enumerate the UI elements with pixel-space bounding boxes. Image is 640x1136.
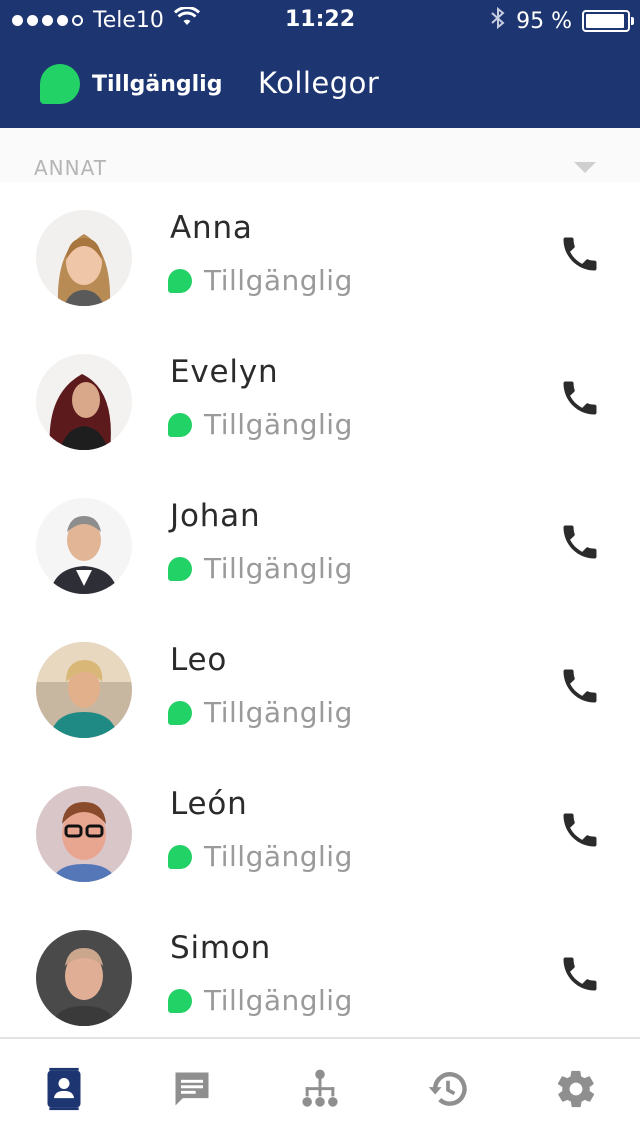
tab-settings[interactable] <box>552 1063 600 1115</box>
contacts-icon <box>47 1067 81 1111</box>
contact-name: Johan <box>170 498 261 534</box>
avatar <box>36 642 132 738</box>
available-status-icon <box>168 556 192 581</box>
contact-status: Tillgänglig <box>168 264 353 297</box>
org-chart-icon <box>302 1069 338 1107</box>
contact-status: Tillgänglig <box>168 552 353 585</box>
contact-status: Tillgänglig <box>168 696 353 729</box>
avatar <box>36 930 132 1026</box>
contact-row[interactable]: Anna Tillgänglig <box>0 182 640 326</box>
section-label: ANNAT <box>34 156 107 180</box>
chevron-down-icon <box>574 162 596 173</box>
avatar <box>36 354 132 450</box>
contact-name: Leo <box>170 642 228 678</box>
presence-label: Tillgänglig <box>92 71 223 97</box>
available-status-icon <box>168 412 192 437</box>
call-button[interactable] <box>552 946 608 1002</box>
contact-row[interactable]: Evelyn Tillgänglig <box>0 326 640 470</box>
contact-name: Anna <box>170 210 253 246</box>
battery-icon <box>582 10 634 32</box>
phone-icon <box>563 525 597 559</box>
status-label: Tillgänglig <box>204 264 353 297</box>
available-status-icon <box>168 844 192 869</box>
status-label: Tillgänglig <box>204 552 353 585</box>
bluetooth-icon <box>490 6 506 36</box>
phone-icon <box>563 237 597 271</box>
chat-icon <box>175 1072 209 1106</box>
contact-row[interactable]: Leo Tillgänglig <box>0 614 640 758</box>
contact-name: Simon <box>170 930 272 966</box>
call-button[interactable] <box>552 802 608 858</box>
available-status-icon <box>168 268 192 293</box>
contact-list: Anna Tillgänglig Evelyn Tillgänglig Joha… <box>0 182 640 1038</box>
tab-bar <box>0 1037 640 1136</box>
status-bar: Tele10 11:22 95 % <box>0 0 640 40</box>
avatar <box>36 498 132 594</box>
status-label: Tillgänglig <box>204 984 353 1017</box>
available-status-icon <box>168 988 192 1013</box>
available-status-icon <box>168 700 192 725</box>
presence-indicator-icon <box>40 64 80 104</box>
contact-name: León <box>170 786 248 822</box>
status-label: Tillgänglig <box>204 696 353 729</box>
nav-bar: Tillgänglig Kollegor <box>0 40 640 128</box>
phone-icon <box>563 669 597 703</box>
phone-icon <box>563 381 597 415</box>
tab-contacts[interactable] <box>40 1063 88 1115</box>
call-button[interactable] <box>552 514 608 570</box>
call-button[interactable] <box>552 226 608 282</box>
contact-status: Tillgänglig <box>168 408 353 441</box>
status-label: Tillgänglig <box>204 840 353 873</box>
tab-chat[interactable] <box>168 1063 216 1115</box>
top-bar: Tele10 11:22 95 % Tillgänglig Kollegor <box>0 0 640 128</box>
section-header[interactable]: ANNAT <box>0 128 640 182</box>
phone-icon <box>563 813 597 847</box>
call-button[interactable] <box>552 658 608 714</box>
settings-gear-icon <box>557 1070 595 1108</box>
history-icon <box>428 1072 467 1106</box>
call-button[interactable] <box>552 370 608 426</box>
status-label: Tillgänglig <box>204 408 353 441</box>
contact-status: Tillgänglig <box>168 840 353 873</box>
tab-organization[interactable] <box>296 1063 344 1115</box>
contact-row[interactable]: León Tillgänglig <box>0 758 640 902</box>
contact-row[interactable]: Johan Tillgänglig <box>0 470 640 614</box>
battery-percent: 95 % <box>516 8 572 34</box>
contact-row[interactable]: Simon Tillgänglig <box>0 902 640 1038</box>
page-title: Kollegor <box>258 66 380 100</box>
presence-selector[interactable]: Tillgänglig <box>40 64 222 104</box>
tab-history[interactable] <box>424 1063 472 1115</box>
contact-status: Tillgänglig <box>168 984 353 1017</box>
avatar <box>36 786 132 882</box>
contact-name: Evelyn <box>170 354 279 390</box>
avatar <box>36 210 132 306</box>
phone-icon <box>563 957 597 991</box>
